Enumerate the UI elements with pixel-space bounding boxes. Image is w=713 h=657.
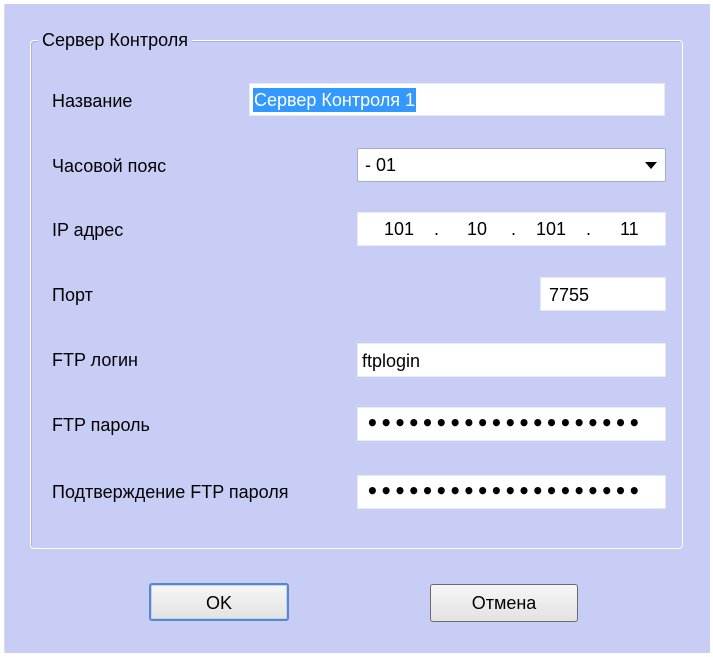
cancel-button[interactable]: Отмена xyxy=(430,584,578,622)
name-label: Название xyxy=(52,91,133,111)
ip-octet[interactable]: 101 xyxy=(384,217,414,241)
name-input[interactable]: Сервер Контроля 1 xyxy=(249,83,665,116)
port-label: Порт xyxy=(52,285,93,305)
port-input[interactable]: 7755 xyxy=(540,277,666,311)
timezone-select-value: - 01 xyxy=(365,155,397,175)
ftp-password-confirm-mask: •••••••••••••••••••• xyxy=(366,479,642,503)
chevron-down-icon[interactable] xyxy=(645,162,657,169)
ftp-password-confirm-input[interactable]: •••••••••••••••••••• xyxy=(357,475,666,509)
ftp-password-mask: •••••••••••••••••••• xyxy=(366,411,642,435)
server-settings-dialog: Сервер Контроля Название Сервер Контроля… xyxy=(0,0,713,657)
ip-label: IP адрес xyxy=(52,220,124,240)
group-title: Сервер Контроля xyxy=(38,28,192,52)
ftp-login-input[interactable]: ftplogin xyxy=(357,343,666,377)
timezone-select[interactable]: - 01 xyxy=(357,148,666,182)
ftp-password-label: FTP пароль xyxy=(52,415,150,435)
ip-dot: . xyxy=(434,219,440,239)
ip-address-input[interactable]: 101 . 10 . 101 . 11 xyxy=(357,212,666,246)
ip-dot: . xyxy=(511,219,517,239)
ftp-login-label: FTP логин xyxy=(52,350,138,370)
ip-octet[interactable]: 10 xyxy=(467,217,487,241)
ip-dot: . xyxy=(586,219,592,239)
ip-octet[interactable]: 11 xyxy=(620,217,639,241)
port-input-value: 7755 xyxy=(549,285,590,305)
ftp-password-confirm-label: Подтверждение FTP пароля xyxy=(52,482,289,502)
ftp-login-value: ftplogin xyxy=(362,351,421,371)
ftp-password-input[interactable]: •••••••••••••••••••• xyxy=(357,407,666,441)
ok-button[interactable]: OK xyxy=(149,583,289,621)
name-input-value: Сервер Контроля 1 xyxy=(253,88,416,112)
ip-octet[interactable]: 101 xyxy=(536,217,566,241)
timezone-label: Часовой пояс xyxy=(52,156,167,176)
